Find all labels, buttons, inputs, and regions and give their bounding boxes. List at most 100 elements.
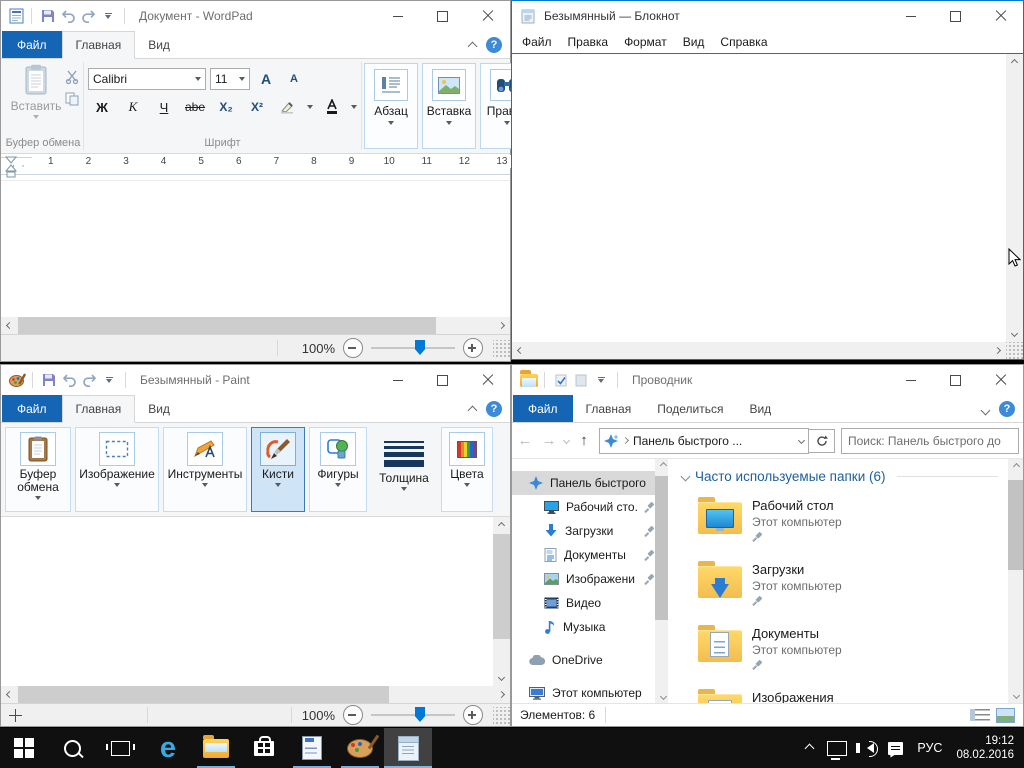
zoom-slider[interactable] xyxy=(371,714,455,716)
save-button[interactable] xyxy=(39,369,59,391)
edge-button[interactable]: e xyxy=(144,728,192,768)
close-button[interactable] xyxy=(465,1,510,31)
clipboard-tool[interactable]: Буфер обмена xyxy=(5,427,71,512)
paste-button[interactable]: Вставить xyxy=(7,64,65,134)
search-input[interactable]: Поиск: Панель быстрого до xyxy=(841,428,1019,454)
collapse-ribbon-icon[interactable] xyxy=(468,42,478,52)
show-hidden-icons-icon[interactable] xyxy=(805,743,815,753)
notepad-horizontal-scrollbar[interactable] xyxy=(512,342,1006,359)
address-dropdown-icon[interactable] xyxy=(798,437,805,444)
scroll-left-icon[interactable] xyxy=(1,317,18,334)
sidebar-item-desktop[interactable]: Рабочий сто. xyxy=(512,495,655,519)
zoom-in-button[interactable] xyxy=(463,338,483,358)
up-icon[interactable]: ↑ xyxy=(575,432,593,449)
redo-button[interactable] xyxy=(79,369,99,391)
shapes-tool[interactable]: Фигуры xyxy=(309,427,367,512)
close-button[interactable] xyxy=(465,365,510,395)
highlight-color-button[interactable] xyxy=(276,97,300,117)
subscript-button[interactable]: X₂ xyxy=(214,97,238,117)
resize-grip[interactable] xyxy=(1006,342,1023,359)
menu-format[interactable]: Формат xyxy=(616,35,675,49)
address-bar[interactable]: Панель быстрого ... xyxy=(599,428,809,454)
notepad-titlebar[interactable]: Безымянный — Блокнот xyxy=(512,1,1023,31)
scroll-left-icon[interactable] xyxy=(512,342,529,359)
explorer-titlebar[interactable]: Проводник xyxy=(512,365,1023,395)
menu-help[interactable]: Справка xyxy=(712,35,775,49)
properties-button[interactable] xyxy=(551,369,571,391)
refresh-button[interactable] xyxy=(809,429,835,453)
tab-file[interactable]: Файл xyxy=(2,31,62,58)
sidebar-item-music[interactable]: Музыка xyxy=(512,615,655,639)
zoom-slider[interactable] xyxy=(371,347,455,349)
folder-item-downloads[interactable]: Загрузки Этот компьютер xyxy=(698,561,1008,612)
sidebar-item-quick-access[interactable]: Панель быстрого xyxy=(512,471,655,495)
tab-view[interactable]: Вид xyxy=(135,395,183,422)
maximize-button[interactable] xyxy=(933,365,978,395)
collapse-ribbon-icon[interactable] xyxy=(468,406,478,416)
cut-icon[interactable] xyxy=(65,70,79,84)
language-indicator[interactable]: РУС xyxy=(917,741,942,755)
sidebar-item-this-pc[interactable]: Этот компьютер xyxy=(512,681,655,703)
minimize-button[interactable] xyxy=(888,365,933,395)
customize-quick-access-button[interactable] xyxy=(99,369,119,391)
start-button[interactable] xyxy=(0,728,48,768)
forward-icon[interactable]: → xyxy=(540,432,558,449)
zoom-out-button[interactable] xyxy=(343,705,363,725)
taskbar-search-button[interactable] xyxy=(48,728,96,768)
taskbar-notepad-button[interactable] xyxy=(384,728,432,768)
task-view-button[interactable] xyxy=(96,728,144,768)
tab-file[interactable]: Файл xyxy=(2,395,62,422)
scroll-right-icon[interactable] xyxy=(989,342,1006,359)
menu-view[interactable]: Вид xyxy=(675,35,713,49)
back-icon[interactable]: ← xyxy=(516,432,534,449)
underline-button[interactable]: Ч xyxy=(152,97,176,117)
maximize-button[interactable] xyxy=(420,365,465,395)
close-button[interactable] xyxy=(978,365,1023,395)
brushes-tool[interactable]: Кисти xyxy=(251,427,305,512)
italic-button[interactable]: К xyxy=(121,97,145,117)
font-size-combo[interactable]: 11 xyxy=(210,68,250,90)
notepad-text-area[interactable] xyxy=(512,54,1006,342)
action-center-icon[interactable] xyxy=(888,742,903,755)
maximize-button[interactable] xyxy=(420,1,465,31)
maximize-button[interactable] xyxy=(933,1,978,31)
paint-canvas[interactable] xyxy=(1,517,493,686)
content-scrollbar[interactable] xyxy=(1008,459,1023,703)
scroll-down-icon[interactable] xyxy=(493,669,510,686)
colors-tool[interactable]: Цвета xyxy=(441,427,493,512)
tab-file[interactable]: Файл xyxy=(513,395,573,422)
details-view-icon[interactable] xyxy=(970,709,990,721)
navigation-pane-scrollbar[interactable] xyxy=(655,459,668,703)
sidebar-item-pictures[interactable]: Изображени xyxy=(512,567,655,591)
wordpad-titlebar[interactable]: Документ - WordPad xyxy=(1,1,510,31)
resize-grip[interactable] xyxy=(493,340,510,357)
insert-button[interactable]: Вставка xyxy=(422,63,476,149)
tab-home[interactable]: Главная xyxy=(62,395,136,423)
paint-horizontal-scrollbar[interactable] xyxy=(1,686,510,703)
minimize-button[interactable] xyxy=(888,1,933,31)
bold-button[interactable]: Ж xyxy=(90,97,114,117)
scroll-down-icon[interactable] xyxy=(1008,688,1024,703)
grow-font-button[interactable]: A xyxy=(254,69,278,89)
shrink-font-button[interactable]: A xyxy=(282,69,306,89)
font-name-combo[interactable]: Calibri xyxy=(88,68,206,90)
volume-icon[interactable] xyxy=(867,743,874,753)
folder-item-desktop[interactable]: Рабочий стол Этот компьютер xyxy=(698,497,1008,548)
scroll-up-icon[interactable] xyxy=(1006,54,1023,71)
customize-quick-access-button[interactable] xyxy=(98,5,118,27)
tab-home[interactable]: Главная xyxy=(573,395,645,422)
sidebar-item-documents[interactable]: Документы xyxy=(512,543,655,567)
strikethrough-button[interactable]: abe xyxy=(183,97,207,117)
menu-edit[interactable]: Правка xyxy=(560,35,617,49)
store-button[interactable] xyxy=(240,728,288,768)
group-header[interactable]: Часто используемые папки (6) xyxy=(682,469,1008,484)
sidebar-item-videos[interactable]: Видео xyxy=(512,591,655,615)
copy-icon[interactable] xyxy=(65,92,79,106)
image-tool[interactable]: Изображение xyxy=(75,427,159,512)
taskbar-wordpad-button[interactable] xyxy=(288,728,336,768)
scroll-up-icon[interactable] xyxy=(493,517,510,534)
tab-view[interactable]: Вид xyxy=(736,395,784,422)
menu-file[interactable]: Файл xyxy=(514,35,560,49)
undo-button[interactable] xyxy=(59,369,79,391)
folder-item-pictures[interactable]: Изображения xyxy=(698,689,1008,703)
